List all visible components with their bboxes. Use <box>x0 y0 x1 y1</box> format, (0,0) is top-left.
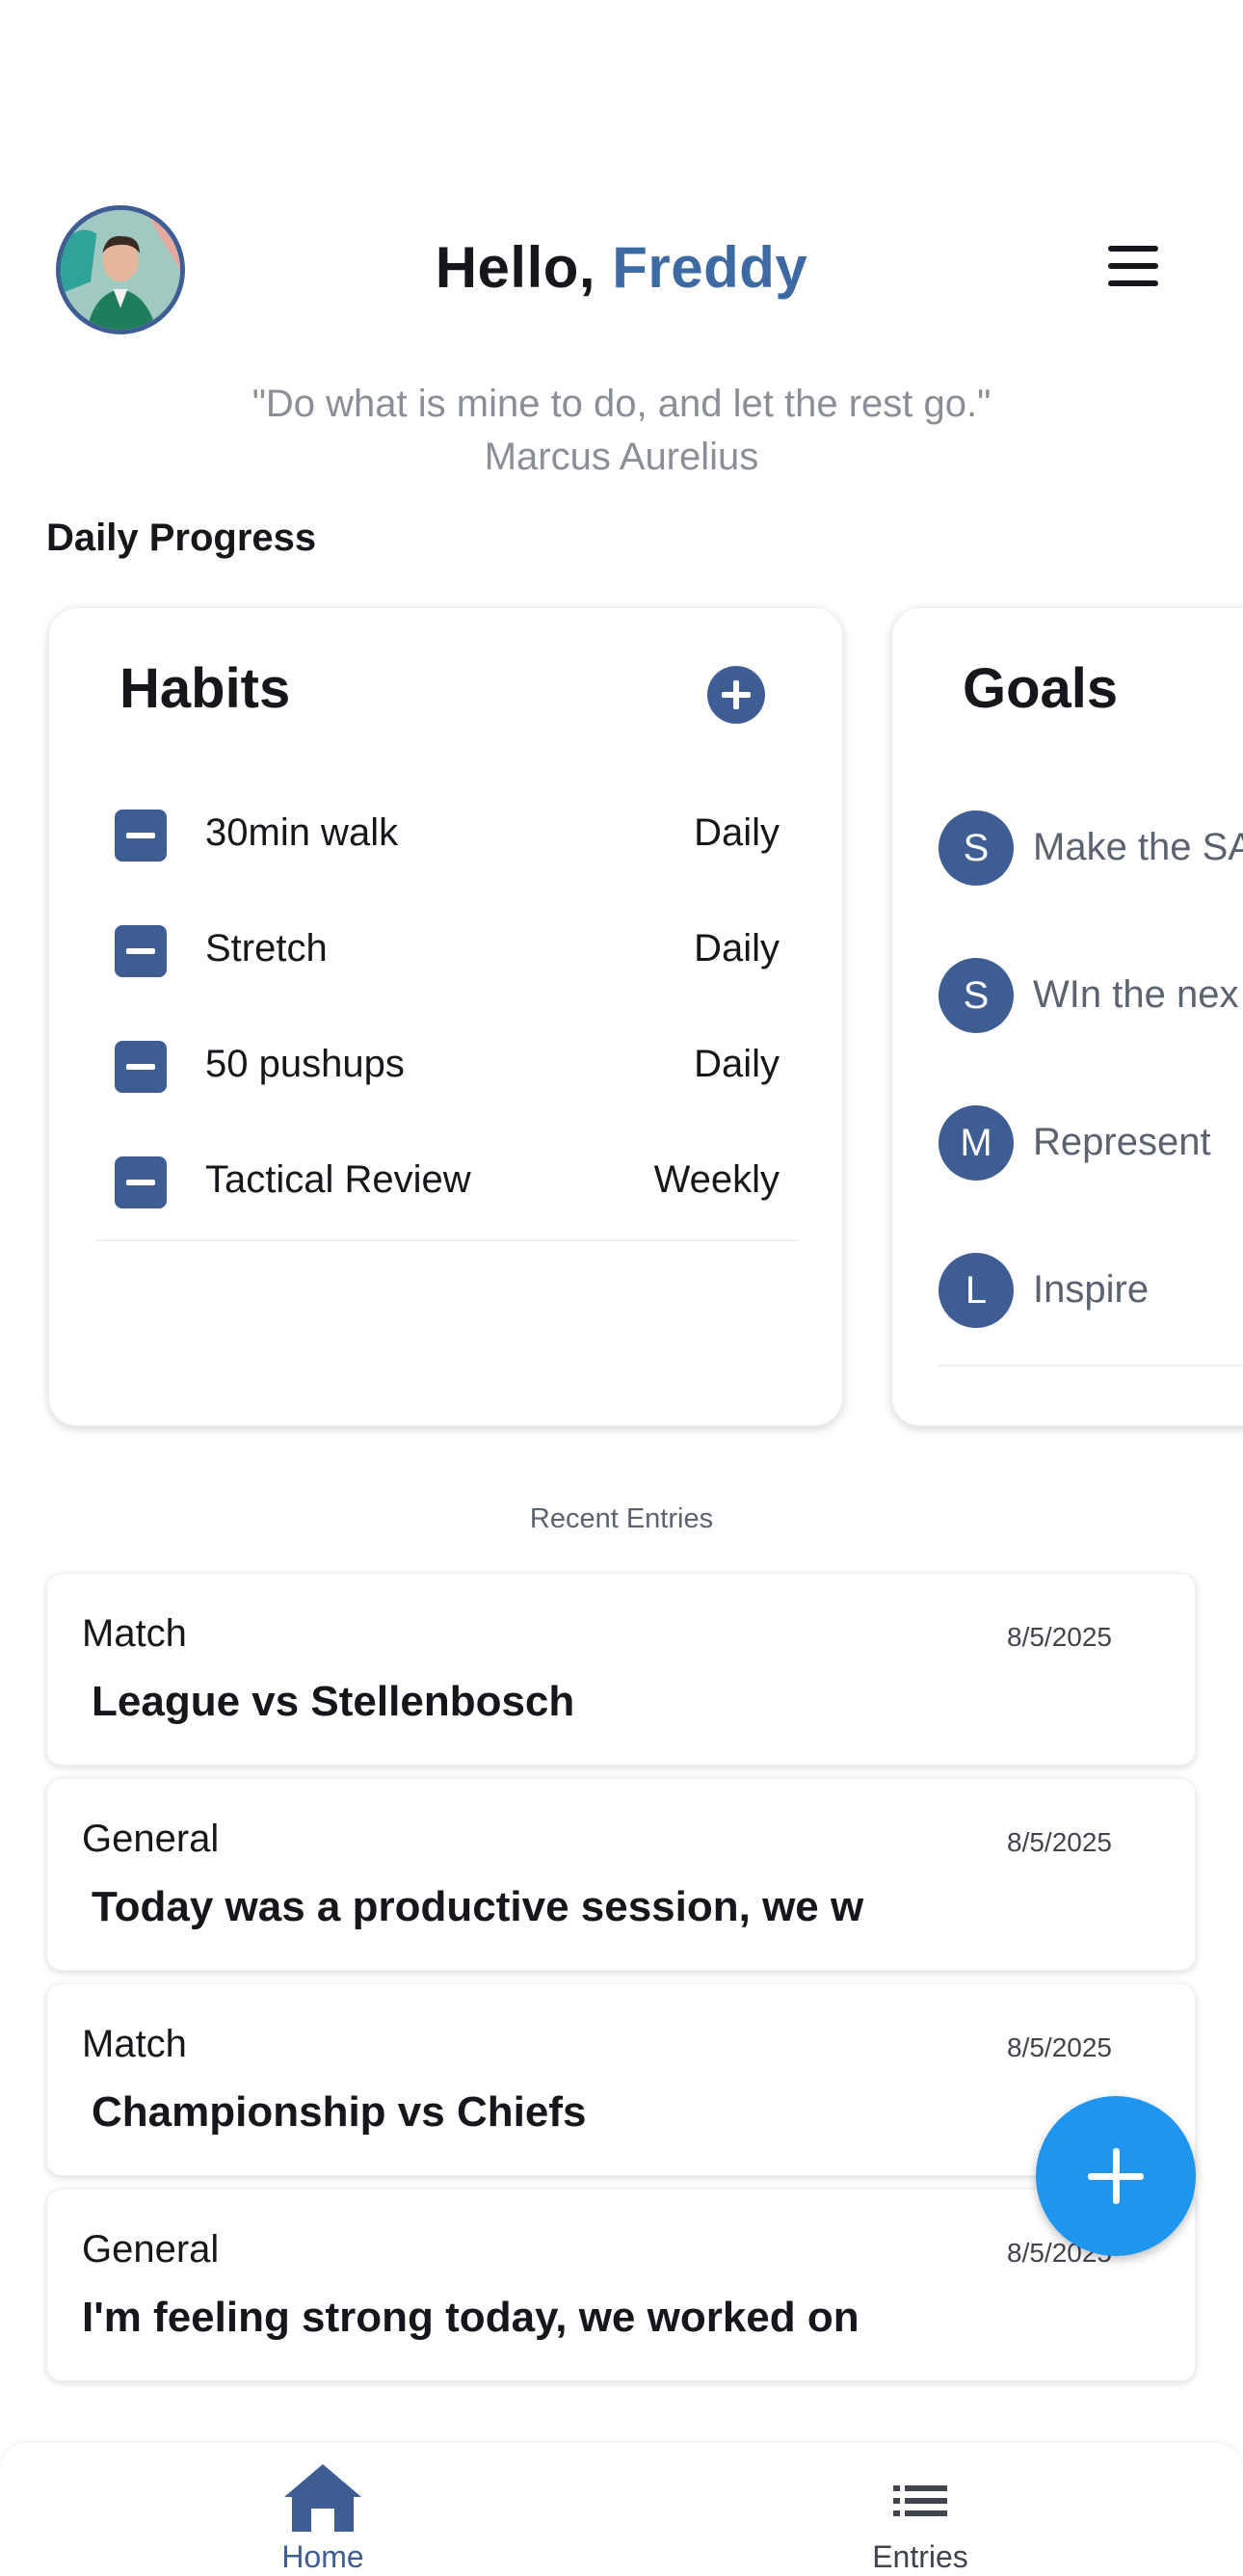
habit-frequency: Daily <box>694 1043 780 1085</box>
entry-type: Match <box>82 1612 187 1655</box>
recent-entries-label: Recent Entries <box>529 1503 714 1534</box>
habit-name: 30min walk <box>205 811 399 854</box>
habit-frequency: Daily <box>694 927 780 969</box>
goal-text: Inspire <box>1033 1268 1150 1311</box>
quote-text: "Do what is mine to do, and let the rest… <box>251 383 992 425</box>
goal-initial-avatar: L <box>939 1253 1014 1328</box>
habit-row[interactable]: 30min walk Daily <box>115 806 780 863</box>
greeting: Hello, Freddy <box>0 234 1243 301</box>
entry-title: Today was a productive session, we w <box>92 1883 864 1930</box>
minus-checkbox-icon[interactable] <box>115 1156 167 1208</box>
goals-title: Goals <box>963 657 1119 720</box>
goal-item[interactable]: M Represent <box>939 1105 1243 1182</box>
habit-name: Tactical Review <box>205 1158 471 1201</box>
quote-author: Marcus Aurelius <box>484 436 759 478</box>
goal-initial-avatar: S <box>939 810 1014 886</box>
nav-home[interactable]: Home <box>207 2462 438 2576</box>
entry-date: 8/5/2025 <box>1007 1827 1112 1857</box>
entry-type: General <box>82 2228 220 2271</box>
nav-entries[interactable]: Entries <box>805 2462 1036 2576</box>
entry-card[interactable]: General 8/5/2025 I'm feeling strong toda… <box>46 2189 1196 2381</box>
entry-card[interactable]: General 8/5/2025 Today was a productive … <box>46 1778 1196 1971</box>
menu-icon[interactable] <box>1098 246 1168 296</box>
user-name: Freddy <box>612 235 808 300</box>
entry-title: League vs Stellenbosch <box>92 1678 575 1725</box>
entry-card[interactable]: Match 8/5/2025 League vs Stellenbosch <box>46 1573 1196 1766</box>
habit-frequency: Daily <box>694 811 780 854</box>
habit-row[interactable]: Tactical Review Weekly <box>115 1153 780 1210</box>
home-icon <box>284 2464 361 2532</box>
goal-item[interactable]: S WIn the nex <box>939 958 1243 1035</box>
add-habit-button[interactable] <box>707 666 765 724</box>
add-entry-button[interactable] <box>1036 2096 1196 2256</box>
habit-row[interactable]: Stretch Daily <box>115 921 780 979</box>
entry-type: General <box>82 1818 220 1860</box>
list-icon <box>893 2485 947 2516</box>
habit-name: 50 pushups <box>205 1043 405 1085</box>
entry-title: Championship vs Chiefs <box>92 2088 587 2136</box>
minus-checkbox-icon[interactable] <box>115 925 167 977</box>
quote: "Do what is mine to do, and let the rest… <box>0 378 1243 484</box>
header: Hello, Freddy <box>0 198 1243 342</box>
goal-item[interactable]: S Make the SA <box>939 810 1243 888</box>
minus-checkbox-icon[interactable] <box>115 810 167 862</box>
minus-checkbox-icon[interactable] <box>115 1041 167 1093</box>
habit-frequency: Weekly <box>653 1158 780 1201</box>
habits-title: Habits <box>119 657 291 720</box>
habit-name: Stretch <box>205 927 328 969</box>
habits-card: Habits 30min walk Daily Stretch Daily 50… <box>48 607 843 1426</box>
entry-date: 8/5/2025 <box>1007 2032 1112 2062</box>
habit-row[interactable]: 50 pushups Daily <box>115 1037 780 1095</box>
goal-text: Make the SA <box>1033 826 1243 868</box>
divider <box>939 1365 1243 1367</box>
nav-entries-label: Entries <box>872 2539 968 2574</box>
goal-text: Represent <box>1033 1121 1211 1163</box>
nav-home-label: Home <box>281 2539 364 2574</box>
entry-date: 8/5/2025 <box>1007 1622 1112 1652</box>
goals-card[interactable]: Goals S Make the SA S WIn the nex M Repr… <box>891 607 1243 1426</box>
goal-text: WIn the nex <box>1033 973 1239 1016</box>
bottom-nav: Home Entries <box>0 2443 1243 2576</box>
divider <box>95 1239 799 1241</box>
daily-progress-title: Daily Progress <box>46 517 317 559</box>
goal-initial-avatar: M <box>939 1105 1014 1181</box>
goal-initial-avatar: S <box>939 958 1014 1033</box>
entry-title: I'm feeling strong today, we worked on <box>82 2294 860 2341</box>
entry-card[interactable]: Match 8/5/2025 Championship vs Chiefs <box>46 1983 1196 2176</box>
goal-item[interactable]: L Inspire <box>939 1253 1243 1330</box>
entry-type: Match <box>82 2023 187 2065</box>
greeting-text: Hello, <box>435 235 596 300</box>
